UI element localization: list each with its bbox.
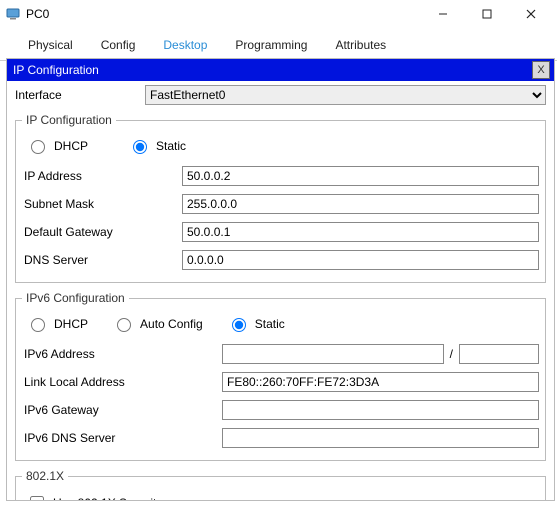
tab-physical[interactable]: Physical: [14, 32, 87, 60]
close-button[interactable]: [509, 0, 553, 28]
interface-label: Interface: [15, 88, 145, 102]
window-title: PC0: [26, 7, 421, 21]
ip-dhcp-radio[interactable]: DHCP: [26, 137, 88, 154]
panel-title: IP Configuration: [13, 63, 99, 77]
ipv6-prefix-input[interactable]: [459, 344, 539, 364]
ipv6-prefix-separator: /: [444, 347, 459, 361]
maximize-button[interactable]: [465, 0, 509, 28]
app-icon: [6, 7, 20, 21]
default-gateway-input[interactable]: [182, 222, 539, 242]
dot1x-legend: 802.1X: [22, 469, 68, 483]
ip-address-label: IP Address: [22, 169, 182, 183]
ip-configuration-legend: IP Configuration: [22, 113, 116, 127]
subnet-mask-label: Subnet Mask: [22, 197, 182, 211]
subnet-mask-input[interactable]: [182, 194, 539, 214]
ipv6-address-label: IPv6 Address: [22, 347, 222, 361]
tab-programming[interactable]: Programming: [221, 32, 321, 60]
dot1x-group: 802.1X Use 802.1X Security: [15, 469, 546, 501]
dns-server-input[interactable]: [182, 250, 539, 270]
dns-server-label: DNS Server: [22, 253, 182, 267]
tab-attributes[interactable]: Attributes: [321, 32, 400, 60]
tab-desktop[interactable]: Desktop: [149, 32, 221, 60]
ipv6-gateway-input[interactable]: [222, 400, 539, 420]
ipv6-dns-label: IPv6 DNS Server: [22, 431, 222, 445]
panel-close-button[interactable]: X: [532, 61, 550, 79]
tab-config[interactable]: Config: [87, 32, 150, 60]
ipv6-configuration-legend: IPv6 Configuration: [22, 291, 129, 305]
minimize-button[interactable]: [421, 0, 465, 28]
default-gateway-label: Default Gateway: [22, 225, 182, 239]
ipv6-configuration-group: IPv6 Configuration DHCP Auto Config Stat…: [15, 291, 546, 461]
ipv6-gateway-label: IPv6 Gateway: [22, 403, 222, 417]
ipv6-dns-input[interactable]: [222, 428, 539, 448]
ipv6-dhcp-radio[interactable]: DHCP: [26, 315, 88, 332]
interface-select[interactable]: FastEthernet0: [145, 85, 546, 105]
link-local-label: Link Local Address: [22, 375, 222, 389]
ipv6-static-radio[interactable]: Static: [227, 315, 285, 332]
ip-static-radio[interactable]: Static: [128, 137, 186, 154]
link-local-input[interactable]: [222, 372, 539, 392]
ip-address-input[interactable]: [182, 166, 539, 186]
content-scroll[interactable]: IP Configuration X Interface FastEtherne…: [6, 58, 555, 501]
ip-configuration-group: IP Configuration DHCP Static IP Address …: [15, 113, 546, 283]
ipv6-address-input[interactable]: [222, 344, 444, 364]
ipv6-auto-radio[interactable]: Auto Config: [112, 315, 203, 332]
use-8021x-checkbox[interactable]: Use 802.1X Security: [22, 487, 539, 501]
